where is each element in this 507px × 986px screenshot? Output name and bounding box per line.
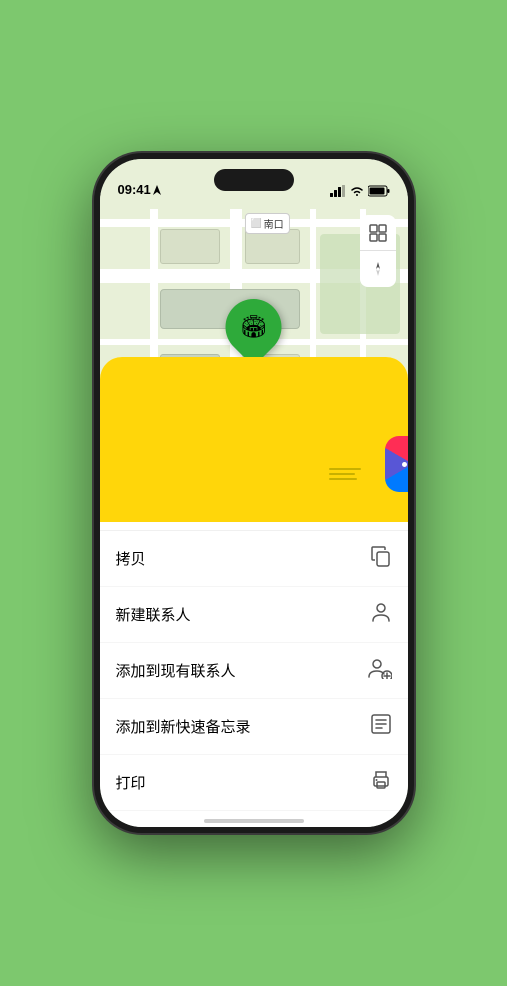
phone-screen: 09:41: [100, 159, 408, 827]
copy-label: 拷贝: [116, 548, 146, 569]
share-actions-row: 隔空投送 信息: [100, 422, 408, 530]
new-contact-label: 新建联系人: [116, 604, 191, 625]
quick-note-label: 添加到新快速备忘录: [116, 716, 251, 737]
map-type-icon: [369, 224, 387, 242]
location-arrow-icon: [153, 185, 161, 195]
home-indicator: [204, 819, 304, 823]
pin-icon: 🏟: [240, 314, 268, 340]
copy-svg-icon: [370, 545, 392, 567]
home-indicator-area: [100, 811, 408, 827]
menu-item-quick-note[interactable]: 添加到新快速备忘录: [100, 699, 408, 755]
printer-icon: [370, 769, 392, 796]
phone-frame: 09:41: [94, 153, 414, 833]
signal-icon: [330, 185, 346, 197]
location-button[interactable]: [360, 251, 396, 287]
map-controls[interactable]: [360, 215, 396, 287]
menu-item-print[interactable]: 打印: [100, 755, 408, 811]
map-label: ⬜ 南口: [244, 213, 289, 234]
battery-icon: [368, 185, 390, 197]
share-notes[interactable]: 备忘录: [314, 436, 376, 516]
dynamic-island: [214, 169, 294, 191]
status-time: 09:41: [118, 182, 161, 197]
note-icon: [370, 713, 392, 740]
status-icons: [330, 185, 390, 197]
menu-item-new-contact[interactable]: 新建联系人: [100, 587, 408, 643]
person-add-icon: [368, 657, 392, 684]
menu-item-copy[interactable]: 拷贝: [100, 531, 408, 587]
map-label-text: 南口: [264, 216, 284, 231]
compass-icon: [370, 261, 386, 277]
person-add-svg-icon: [368, 657, 392, 679]
time-display: 09:41: [118, 182, 151, 197]
notes-selected-border: [315, 436, 375, 496]
printer-svg-icon: [370, 769, 392, 791]
print-label: 打印: [116, 772, 146, 793]
person-svg-icon: [370, 601, 392, 623]
notes-icon-wrap: [319, 440, 371, 492]
note-svg-icon: [370, 713, 392, 735]
more-icon-wrap: [385, 436, 408, 492]
bottom-sheet: 🏟 香港体育馆 综合体育馆 · 香港特别行政区 油尖旺区 ×: [100, 357, 408, 827]
wifi-icon: [350, 185, 364, 197]
menu-items: 拷贝 新建联系人: [100, 530, 408, 811]
person-icon: [370, 601, 392, 628]
menu-item-add-contact[interactable]: 添加到现有联系人: [100, 643, 408, 699]
map-type-button[interactable]: [360, 215, 396, 251]
copy-icon: [370, 545, 392, 572]
add-contact-label: 添加到现有联系人: [116, 660, 236, 681]
